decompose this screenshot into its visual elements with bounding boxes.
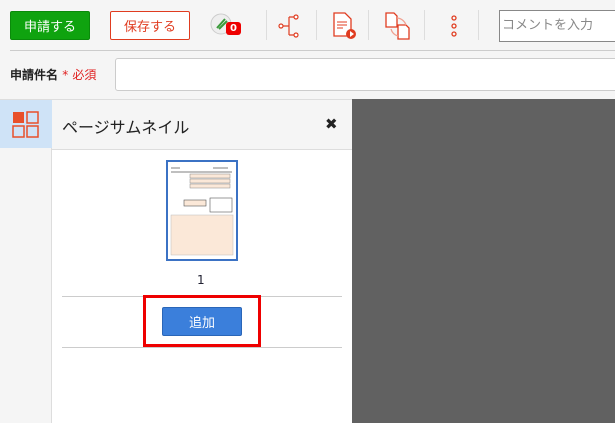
page-number: 1 xyxy=(197,273,205,287)
save-button[interactable]: 保存する xyxy=(110,11,190,40)
panel-title: ページサムネイル xyxy=(62,118,190,137)
more-options-icon[interactable] xyxy=(448,12,460,40)
apply-button[interactable]: 申請する xyxy=(10,11,90,40)
grid-icon xyxy=(12,111,39,138)
divider xyxy=(424,10,425,40)
document-viewer[interactable] xyxy=(352,99,615,423)
divider xyxy=(62,347,342,348)
comment-input[interactable]: コメントを入力 xyxy=(499,10,615,42)
route-icon[interactable] xyxy=(278,12,306,40)
divider xyxy=(368,10,369,40)
attachment-count-badge: 0 xyxy=(226,22,241,35)
page-thumbnail[interactable] xyxy=(166,160,238,261)
title-label: 申請件名 * 必須 xyxy=(10,66,96,83)
divider xyxy=(478,10,479,40)
title-label-text: 申請件名 xyxy=(10,68,59,82)
divider xyxy=(10,50,615,51)
highlight-box xyxy=(143,295,261,347)
divider xyxy=(316,10,317,40)
form-preview-icon xyxy=(170,167,234,256)
required-mark: * xyxy=(62,68,69,82)
required-text: 必須 xyxy=(72,68,97,82)
copy-document-icon[interactable] xyxy=(383,10,413,42)
close-icon[interactable]: ✖ xyxy=(325,115,338,133)
divider xyxy=(266,10,267,40)
title-input[interactable] xyxy=(115,58,615,91)
document-play-icon[interactable] xyxy=(330,10,358,40)
